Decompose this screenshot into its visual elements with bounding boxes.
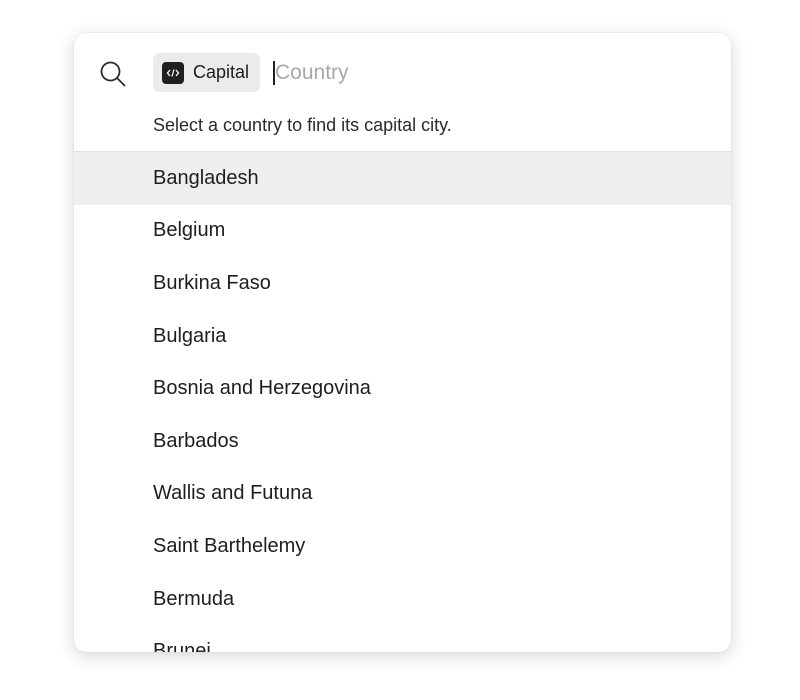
list-item[interactable]: Bosnia and Herzegovina	[74, 362, 731, 415]
command-chip-label: Capital	[193, 62, 250, 82]
list-item[interactable]: Wallis and Futuna	[74, 468, 731, 521]
list-item[interactable]: Bulgaria	[74, 310, 731, 363]
list-item[interactable]: Burkina Faso	[74, 257, 731, 310]
list-item[interactable]: Saint Barthelemy	[74, 520, 731, 573]
search-hint: Select a country to find its capital cit…	[153, 115, 452, 135]
results-list[interactable]: Bangladesh Belgium Burkina Faso Bulgaria…	[74, 152, 731, 652]
search-icon	[100, 61, 126, 87]
list-item[interactable]: Bangladesh	[74, 152, 731, 205]
search-row: Capital	[74, 33, 731, 113]
list-item[interactable]: Brunei	[74, 625, 731, 652]
search-input[interactable]	[275, 55, 695, 91]
list-item[interactable]: Bermuda	[74, 573, 731, 626]
list-item[interactable]: Belgium	[74, 205, 731, 258]
code-brackets-icon	[162, 61, 184, 84]
command-chip[interactable]: Capital	[153, 53, 261, 92]
list-item[interactable]: Barbados	[74, 415, 731, 468]
command-palette: Capital Select a country to find its cap…	[74, 33, 731, 652]
